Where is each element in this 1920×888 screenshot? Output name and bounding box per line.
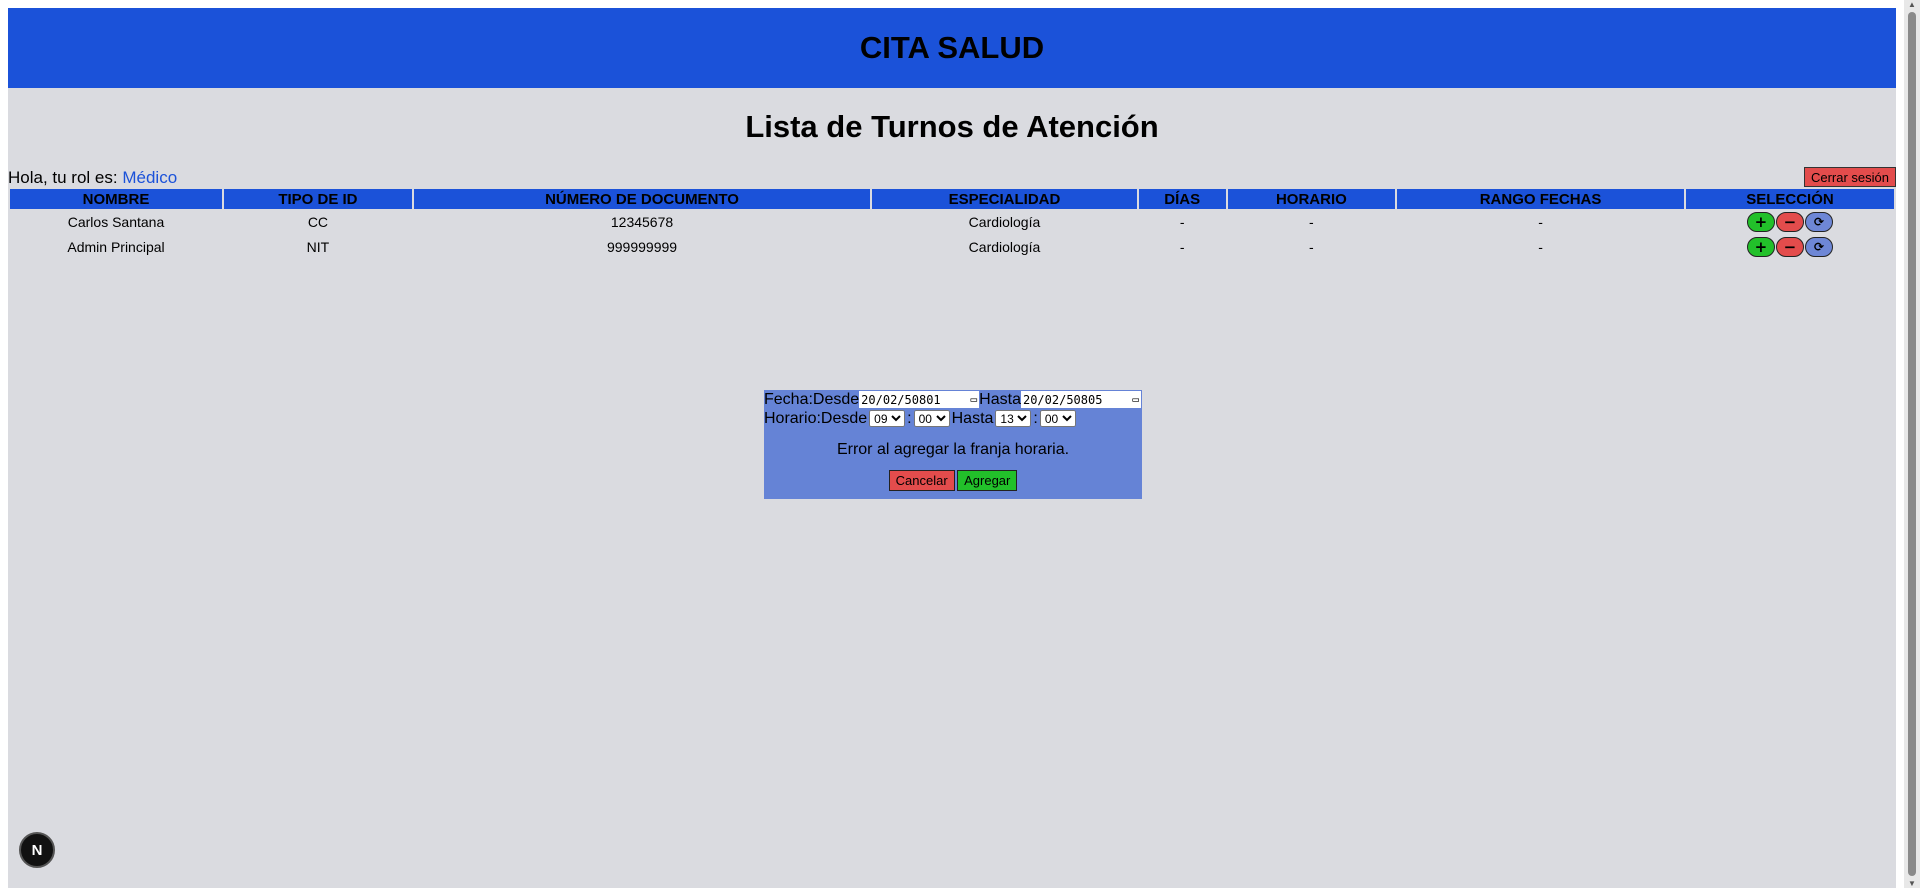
add-button[interactable]: Agregar xyxy=(957,470,1018,491)
fecha-label: Fecha: xyxy=(764,390,813,408)
col-header-nombre: NOMBRE xyxy=(10,189,223,209)
cell-especialidad: Cardiología xyxy=(968,213,1041,230)
horario-hasta-label: Hasta xyxy=(951,409,994,427)
minute-to-select[interactable]: 00 xyxy=(1039,410,1076,427)
calendar-icon[interactable]: ▭ xyxy=(971,393,978,406)
col-header-documento: NÚMERO DE DOCUMENTO xyxy=(413,189,871,209)
cell-horario: - xyxy=(1309,238,1314,255)
refresh-icon: ⟳ xyxy=(1813,214,1824,229)
date-to-value: 20/02/50805 xyxy=(1022,392,1103,407)
calendar-icon[interactable]: ▭ xyxy=(1132,393,1139,406)
cell-tipo-id: CC xyxy=(307,213,329,230)
time-range-row: Horario: Desde 09 : 00 Hasta 13 : 00 xyxy=(764,409,1142,428)
hour-from-select[interactable]: 09 xyxy=(869,410,906,427)
table-row: Carlos Santana CC 12345678 Cardiología -… xyxy=(10,209,1894,234)
modal-actions: Cancelar Agregar xyxy=(764,470,1142,491)
cell-rango: - xyxy=(1538,213,1543,230)
page-title: Lista de Turnos de Atención xyxy=(745,109,1159,144)
minute-from-select[interactable]: 00 xyxy=(913,410,950,427)
add-shift-button[interactable]: + xyxy=(1746,236,1775,257)
remove-shift-button[interactable]: − xyxy=(1775,211,1804,232)
logout-button[interactable]: Cerrar sesión xyxy=(1803,167,1896,187)
col-header-dias: DÍAS xyxy=(1138,189,1226,209)
error-message: Error al agregar la franja horaria. xyxy=(836,441,1070,458)
app-header: CITA SALUD xyxy=(8,8,1896,88)
shifts-table: NOMBRE TIPO DE ID NÚMERO DE DOCUMENTO ES… xyxy=(8,189,1896,259)
date-from-input[interactable]: 20/02/50801 ▭ xyxy=(859,391,980,408)
cell-nombre: Admin Principal xyxy=(67,238,165,255)
row-actions: + − ⟳ xyxy=(1746,211,1833,232)
col-header-tipo-id: TIPO DE ID xyxy=(224,189,412,209)
cell-documento: 999999999 xyxy=(606,238,678,255)
cancel-button[interactable]: Cancelar xyxy=(888,470,955,491)
table-header-row: NOMBRE TIPO DE ID NÚMERO DE DOCUMENTO ES… xyxy=(10,189,1894,209)
horario-desde-label: Desde xyxy=(820,409,868,427)
time-separator: : xyxy=(907,409,912,427)
cell-rango: - xyxy=(1538,238,1543,255)
app-title: CITA SALUD xyxy=(859,30,1045,65)
scroll-down-icon[interactable]: ▼ xyxy=(1908,879,1916,888)
col-header-especialidad: ESPECIALIDAD xyxy=(872,189,1137,209)
col-header-rango: RANGO FECHAS xyxy=(1397,189,1684,209)
scrollbar-thumb[interactable] xyxy=(1908,12,1916,876)
col-header-horario: HORARIO xyxy=(1227,189,1396,209)
role-value: Médico xyxy=(122,168,178,187)
cell-tipo-id: NIT xyxy=(306,238,330,255)
page: CITA SALUD Lista de Turnos de Atención H… xyxy=(8,8,1896,888)
remove-shift-button[interactable]: − xyxy=(1775,236,1804,257)
refresh-shift-button[interactable]: ⟳ xyxy=(1804,236,1833,257)
cell-dias: - xyxy=(1179,213,1185,230)
date-range-row: Fecha: Desde 20/02/50801 ▭ Hasta 20/02/5… xyxy=(764,390,1142,409)
fecha-hasta-label: Hasta xyxy=(979,390,1021,408)
role-prefix: Hola, tu rol es: xyxy=(8,168,118,187)
cell-documento: 12345678 xyxy=(610,213,674,230)
cell-seleccion: + − ⟳ xyxy=(1686,234,1894,259)
add-shift-button[interactable]: + xyxy=(1746,211,1775,232)
col-header-seleccion: SELECCIÓN xyxy=(1685,189,1894,209)
cell-horario: - xyxy=(1309,213,1314,230)
row-actions: + − ⟳ xyxy=(1746,236,1833,257)
cell-seleccion: + − ⟳ xyxy=(1686,209,1894,234)
date-to-input[interactable]: 20/02/50805 ▭ xyxy=(1020,391,1141,408)
table-row: Admin Principal NIT 999999999 Cardiologí… xyxy=(10,234,1894,259)
hour-to-select[interactable]: 13 xyxy=(995,410,1032,427)
date-from-value: 20/02/50801 xyxy=(861,392,941,407)
nextjs-badge-icon[interactable]: N xyxy=(19,832,55,868)
refresh-shift-button[interactable]: ⟳ xyxy=(1804,211,1833,232)
scrollbar[interactable]: ▲ ▼ xyxy=(1904,0,1920,888)
cell-nombre: Carlos Santana xyxy=(67,213,165,230)
add-slot-modal: Fecha: Desde 20/02/50801 ▭ Hasta 20/02/5… xyxy=(764,390,1142,499)
time-separator: : xyxy=(1033,409,1038,427)
role-line: Hola, tu rol es: Médico xyxy=(8,168,177,188)
cell-especialidad: Cardiología xyxy=(968,238,1041,255)
refresh-icon: ⟳ xyxy=(1813,239,1824,254)
scroll-up-icon[interactable]: ▲ xyxy=(1908,0,1916,9)
fecha-desde-label: Desde xyxy=(812,390,860,408)
cell-dias: - xyxy=(1179,238,1185,255)
horario-label: Horario: xyxy=(764,409,821,427)
